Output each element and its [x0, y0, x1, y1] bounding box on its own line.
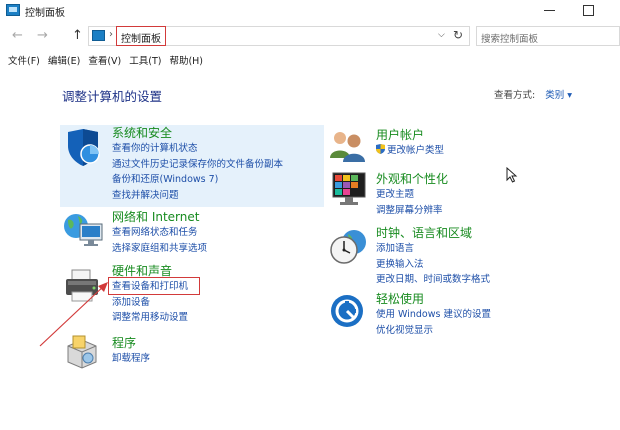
- view-by-label: 查看方式:: [494, 90, 536, 101]
- category-link[interactable]: 使用 Windows 建议的设置: [376, 307, 491, 323]
- category-link[interactable]: 更换输入法: [376, 257, 490, 273]
- category-system-security: 系统和安全 查看你的计算机状态 通过文件历史记录保存你的文件备份副本 备份和还原…: [112, 126, 283, 203]
- address-row: ← → ↑ › 控制面板 ⌵ ↻ 搜索控制面板: [0, 24, 620, 50]
- control-panel-icon: [6, 4, 20, 16]
- category-link[interactable]: 卸载程序: [112, 351, 150, 367]
- category-link[interactable]: 通过文件历史记录保存你的文件备份副本: [112, 157, 283, 173]
- category-title[interactable]: 轻松使用: [376, 292, 491, 307]
- breadcrumb-separator: ›: [109, 29, 113, 40]
- menu-tools[interactable]: 工具(T): [129, 51, 161, 67]
- shield-icon: [68, 129, 100, 166]
- clock-globe-icon: [330, 230, 366, 264]
- category-link[interactable]: 调整屏幕分辨率: [376, 203, 448, 219]
- menu-help[interactable]: 帮助(H): [169, 51, 203, 67]
- category-link[interactable]: 查找并解决问题: [112, 188, 283, 204]
- view-by: 查看方式: 类别 ▾: [494, 87, 572, 101]
- breadcrumb-control-panel[interactable]: 控制面板: [116, 26, 166, 46]
- search-input[interactable]: 搜索控制面板: [476, 26, 620, 46]
- category-link[interactable]: 查看网络状态和任务: [112, 225, 207, 241]
- network-globe-icon: [64, 214, 103, 246]
- category-title[interactable]: 外观和个性化: [376, 172, 448, 187]
- category-ease-of-access: 轻松使用 使用 Windows 建议的设置 优化视觉显示: [376, 292, 491, 338]
- menu-file[interactable]: 文件(F): [8, 51, 40, 67]
- category-link[interactable]: 查看你的计算机状态: [112, 141, 283, 157]
- category-link[interactable]: 更改主题: [376, 187, 448, 203]
- appearance-palette-icon: [332, 172, 366, 205]
- maximize-button[interactable]: [583, 5, 594, 16]
- category-link[interactable]: 优化视觉显示: [376, 323, 491, 339]
- link-text: 更改帐户类型: [387, 145, 445, 156]
- category-link[interactable]: 调整常用移动设置: [112, 310, 188, 326]
- category-link[interactable]: 更改帐户类型: [376, 143, 444, 159]
- category-programs: 程序 卸载程序: [112, 336, 150, 367]
- mouse-cursor-icon: [506, 167, 518, 183]
- category-title[interactable]: 时钟、语言和区域: [376, 226, 490, 241]
- category-title[interactable]: 用户帐户: [376, 128, 444, 143]
- page-title: 调整计算机的设置: [62, 89, 163, 104]
- category-link[interactable]: 选择家庭组和共享选项: [112, 241, 207, 257]
- title-bar: 控制面板: [0, 0, 620, 22]
- control-panel-icon: [92, 30, 105, 41]
- category-title[interactable]: 系统和安全: [112, 126, 283, 141]
- category-title[interactable]: 程序: [112, 336, 150, 351]
- uac-shield-icon: [376, 144, 385, 154]
- annotation-arrow-icon: [39, 282, 108, 347]
- category-link[interactable]: 更改日期、时间或数字格式: [376, 272, 490, 288]
- forward-arrow-icon[interactable]: →: [37, 29, 48, 43]
- category-clock-language-region: 时钟、语言和区域 添加语言 更换输入法 更改日期、时间或数字格式: [376, 226, 490, 288]
- window-title: 控制面板: [25, 8, 65, 19]
- up-arrow-icon[interactable]: ↑: [72, 29, 83, 43]
- category-appearance: 外观和个性化 更改主题 调整屏幕分辨率: [376, 172, 448, 218]
- category-user-accounts: 用户帐户 更改帐户类型: [376, 128, 444, 159]
- menu-edit[interactable]: 编辑(E): [48, 51, 80, 67]
- category-link[interactable]: 添加设备: [112, 295, 188, 311]
- view-by-dropdown[interactable]: 类别 ▾: [545, 90, 572, 101]
- category-link[interactable]: 添加语言: [376, 241, 490, 257]
- back-arrow-icon[interactable]: ←: [12, 29, 23, 43]
- user-accounts-icon: [330, 132, 365, 162]
- annotation-highlight-box: [108, 277, 200, 295]
- chevron-down-icon[interactable]: ⌵: [438, 30, 445, 40]
- category-title[interactable]: 网络和 Internet: [112, 210, 207, 225]
- minimize-button[interactable]: [544, 10, 555, 11]
- menu-view[interactable]: 查看(V): [88, 51, 121, 67]
- ease-of-access-icon: [331, 295, 363, 327]
- menu-bar: 文件(F) 编辑(E) 查看(V) 工具(T) 帮助(H): [0, 51, 620, 67]
- refresh-icon[interactable]: ↻: [453, 28, 463, 42]
- address-bar[interactable]: › 控制面板 ⌵ ↻: [88, 26, 470, 46]
- category-link[interactable]: 备份和还原(Windows 7): [112, 172, 283, 188]
- category-network-internet: 网络和 Internet 查看网络状态和任务 选择家庭组和共享选项: [112, 210, 207, 256]
